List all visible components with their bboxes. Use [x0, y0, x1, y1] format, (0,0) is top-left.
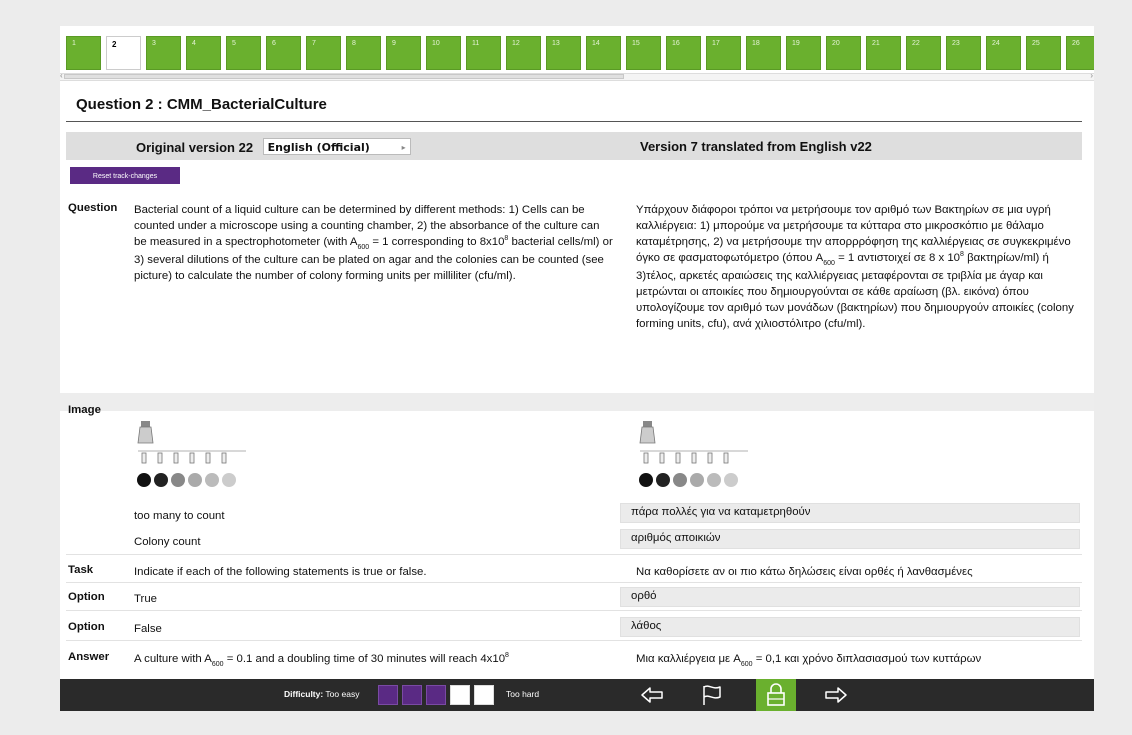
question-tab[interactable]: 17	[706, 36, 741, 70]
original-version-label: Original version 22	[136, 140, 254, 155]
question-tab[interactable]: 5	[226, 36, 261, 70]
answer-label: Answer	[68, 651, 110, 663]
option1-original: True	[134, 593, 157, 605]
horizontal-scrollbar[interactable]: ‹ ›	[60, 71, 1094, 81]
caption1-original: too many to count	[134, 510, 225, 522]
difficulty-box[interactable]	[474, 685, 494, 705]
question-tab[interactable]: 1	[66, 36, 101, 70]
question-tab[interactable]: 25	[1026, 36, 1061, 70]
question-tab[interactable]: 13	[546, 36, 581, 70]
original-header: Original version 22 English (Official) ▸	[136, 138, 411, 155]
question-tab[interactable]: 23	[946, 36, 981, 70]
question-row: Question Bacterial count of a liquid cul…	[66, 202, 1082, 402]
text-part: Μια καλλιέργεια με A	[636, 653, 741, 665]
question-tab-strip: 1 2 3 4 5 6 7 8 9 10 11 12 13 14 15 16 17 18 19 20 21 22 23 24 2…	[66, 36, 1094, 73]
option1-translation-field[interactable]: ορθό	[620, 587, 1080, 607]
caption2-translation-field[interactable]: αριθμός αποικιών	[620, 529, 1080, 549]
arrow-right-icon[interactable]	[816, 679, 856, 711]
row-divider	[66, 582, 1082, 583]
subscript: 600	[740, 661, 753, 668]
question-tab[interactable]: 15	[626, 36, 661, 70]
superscript: 8	[505, 652, 509, 659]
question-tab[interactable]: 6	[266, 36, 301, 70]
question-tab[interactable]: 24	[986, 36, 1021, 70]
answer-original: A culture with A600 = 0.1 and a doubling…	[134, 651, 614, 669]
task-translation[interactable]: Να καθορίσετε αν οι πιο κάτω δηλώσεις εί…	[636, 564, 1082, 580]
language-select-value: English (Official)	[267, 141, 370, 154]
arrow-left-icon[interactable]	[632, 679, 672, 711]
question-tab[interactable]: 8	[346, 36, 381, 70]
row-divider	[66, 554, 1082, 555]
text-part: = 0.1 and a doubling time of 30 minutes …	[223, 653, 506, 665]
difficulty-label: Difficulty:	[284, 689, 324, 699]
option2-translation-field[interactable]: λάθος	[620, 617, 1080, 637]
caption2-original: Colony count	[134, 536, 201, 548]
question-tab[interactable]: 20	[826, 36, 861, 70]
difficulty-box[interactable]	[426, 685, 446, 705]
question-tab[interactable]: 21	[866, 36, 901, 70]
column-header: Original version 22 English (Official) ▸…	[66, 132, 1082, 160]
text-part: = 0,1 και χρόνο διπλασιασμού των κυττάρω…	[752, 653, 982, 665]
difficulty-box[interactable]	[402, 685, 422, 705]
option1-label: Option	[68, 591, 105, 603]
question-tab[interactable]: 22	[906, 36, 941, 70]
image-label: Image	[68, 404, 101, 416]
language-select[interactable]: English (Official) ▸	[262, 138, 411, 155]
title-divider	[66, 121, 1082, 122]
scroll-left-arrow-icon[interactable]: ‹	[60, 71, 63, 80]
question-original-text: Bacterial count of a liquid culture can …	[134, 202, 614, 284]
subscript: 600	[211, 661, 224, 668]
question-tab[interactable]: 3	[146, 36, 181, 70]
row-divider	[66, 640, 1082, 641]
question-tab[interactable]: 16	[666, 36, 701, 70]
question-tab[interactable]: 12	[506, 36, 541, 70]
too-easy-label: Too easy	[325, 689, 360, 699]
text-part: A culture with A	[134, 653, 212, 665]
flag-icon[interactable]	[692, 679, 732, 711]
scroll-right-arrow-icon[interactable]: ›	[1090, 71, 1093, 80]
text-part: = 1 αντιστοιχεί σε 8 x 10	[834, 252, 961, 264]
question-tab[interactable]: 18	[746, 36, 781, 70]
question-tab[interactable]: 19	[786, 36, 821, 70]
question-tab[interactable]: 10	[426, 36, 461, 70]
question-tab[interactable]: 9	[386, 36, 421, 70]
difficulty-box[interactable]	[378, 685, 398, 705]
too-hard-label: Too hard	[506, 689, 540, 699]
answer-translation[interactable]: Μια καλλιέργεια με A600 = 0,1 και χρόνο …	[636, 651, 1082, 669]
question-tab[interactable]: 26	[1066, 36, 1094, 70]
dropdown-caret-icon: ▸	[401, 143, 406, 152]
subscript: 600	[357, 244, 370, 251]
row-divider	[66, 610, 1082, 611]
question-label: Question	[68, 202, 118, 214]
translation-panel: 1 2 3 4 5 6 7 8 9 10 11 12 13 14 15 16 17 18 19 20 21 22 23 24 2…	[60, 26, 1094, 711]
dilution-diagram-image-translated	[639, 421, 748, 487]
question-title: Question 2 : CMM_BacterialCulture	[76, 96, 327, 113]
option2-label: Option	[68, 621, 105, 633]
reset-track-changes-button[interactable]: Reset track-changes	[70, 167, 180, 184]
translation-version-label: Version 7 translated from English v22	[640, 139, 872, 154]
task-label: Task	[68, 564, 94, 576]
superscript: 8	[960, 251, 964, 258]
subscript: 600	[823, 260, 835, 267]
question-translation-text[interactable]: Υπάρχουν διάφοροι τρόποι να μετρήσουμε τ…	[636, 202, 1082, 332]
scrollbar-thumb[interactable]	[64, 74, 624, 79]
question-tab[interactable]: 11	[466, 36, 501, 70]
option2-original: False	[134, 623, 162, 635]
task-original: Indicate if each of the following statem…	[134, 566, 427, 578]
difficulty-box[interactable]	[450, 685, 470, 705]
question-tab[interactable]: 14	[586, 36, 621, 70]
caption1-translation-field[interactable]: πάρα πολλές για να καταμετρηθούν	[620, 503, 1080, 523]
dilution-diagram-image	[137, 421, 246, 487]
question-tab[interactable]: 4	[186, 36, 221, 70]
question-tab[interactable]: 7	[306, 36, 341, 70]
superscript: 8	[504, 235, 509, 242]
text-part: = 1 corresponding to 8x10	[369, 236, 505, 248]
lock-icon[interactable]	[756, 679, 796, 711]
bottom-toolbar: Difficulty: Too easy Too hard	[60, 679, 1094, 711]
difficulty-label-group: Difficulty: Too easy	[284, 689, 359, 699]
question-tab[interactable]: 2	[106, 36, 141, 70]
